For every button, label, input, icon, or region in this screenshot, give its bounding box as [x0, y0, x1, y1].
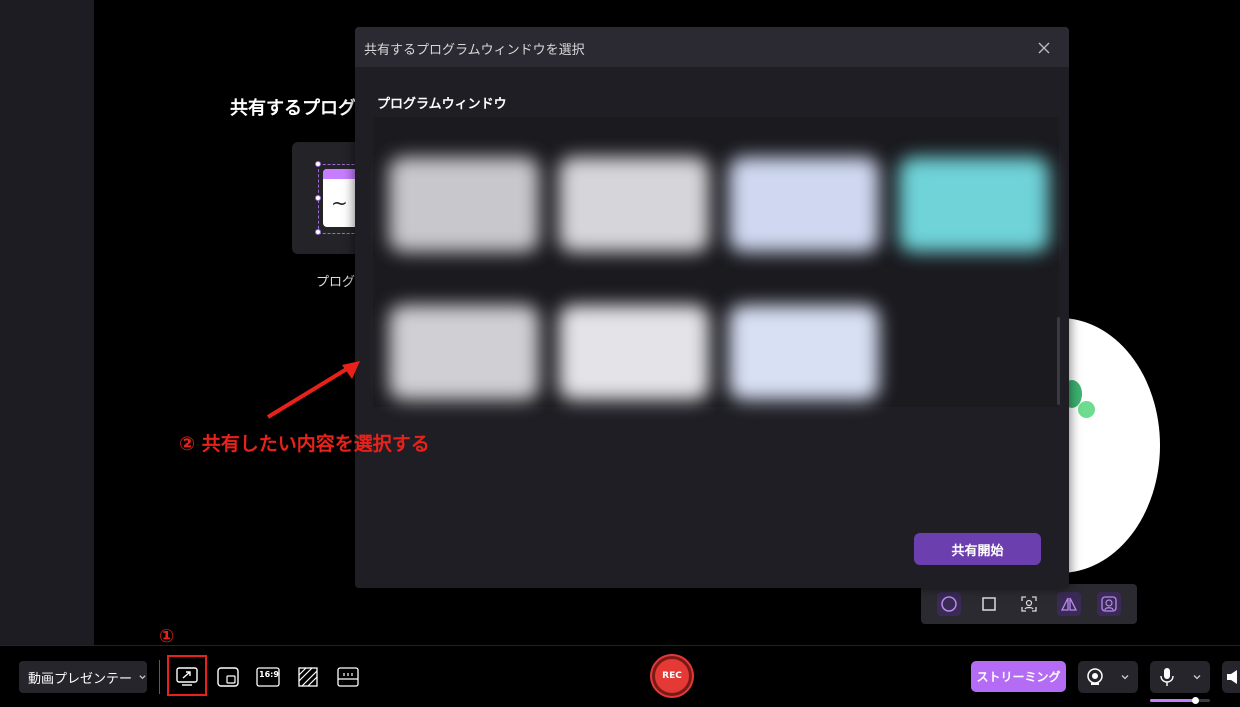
annotation-step-2: ② 共有したい内容を選択する	[179, 433, 430, 455]
dialog-close-button[interactable]	[1035, 39, 1053, 57]
teleprompter-icon	[337, 667, 359, 687]
speaker-device-selector[interactable]	[1222, 661, 1240, 693]
window-thumbnail-grid	[373, 117, 1059, 407]
annotation-step-1: ①	[159, 626, 175, 647]
chevron-down-icon	[139, 675, 146, 680]
window-thumbnail[interactable]	[389, 157, 539, 252]
background-pattern-button[interactable]	[295, 664, 321, 690]
mirror-button[interactable]	[1057, 592, 1081, 616]
section-label: プログラムウィンドウ	[377, 97, 507, 112]
microphone-icon	[1159, 668, 1174, 686]
aspect-ratio-label: 16:9	[259, 670, 279, 679]
speaker-icon	[1227, 670, 1237, 684]
microphone-device-selector[interactable]	[1150, 661, 1210, 693]
face-focus-button[interactable]	[1017, 592, 1041, 616]
webcam-content-dot	[1078, 401, 1095, 418]
camera-overlay-icon	[217, 667, 239, 687]
person-background-icon	[1101, 596, 1117, 612]
window-thumbnail[interactable]	[389, 305, 539, 400]
dialog-title: 共有するプログラムウィンドウを選択	[364, 43, 585, 58]
toolbar-divider	[159, 660, 160, 694]
aspect-ratio-button[interactable]: 16:9	[255, 664, 281, 690]
chevron-down-icon	[1121, 675, 1129, 680]
face-focus-icon	[1021, 596, 1037, 612]
streaming-button[interactable]: ストリーミング	[971, 661, 1066, 692]
background-removal-button[interactable]	[1097, 592, 1121, 616]
close-icon	[1038, 42, 1050, 54]
circle-shape-button[interactable]	[937, 592, 961, 616]
share-screen-button[interactable]	[174, 664, 200, 690]
select-program-window-dialog: 共有するプログラムウィンドウを選択 プログラムウィンドウ 共有開始	[355, 27, 1069, 588]
circle-icon	[941, 596, 957, 612]
share-screen-icon	[176, 667, 198, 686]
camera-device-selector[interactable]	[1078, 661, 1138, 693]
background-heading: 共有するプログラ	[230, 98, 374, 119]
app-window: 共有するプログラ プログラ 共有するプログラムウィンドウを選択 プログラムウィン…	[0, 0, 1240, 707]
mode-dropdown-label: 動画プレゼンテー	[28, 671, 133, 687]
left-sidebar-strip	[0, 0, 94, 645]
record-button[interactable]: REC	[652, 656, 692, 696]
mirror-icon	[1060, 597, 1078, 611]
microphone-level-slider[interactable]	[1150, 697, 1210, 704]
square-icon	[982, 597, 996, 611]
window-thumbnail[interactable]	[559, 305, 709, 400]
annotation-arrow	[266, 361, 360, 419]
thumbnail-scrollbar[interactable]	[1057, 317, 1060, 405]
hatch-pattern-icon	[298, 667, 318, 687]
teleprompter-button[interactable]	[335, 664, 361, 690]
window-thumbnail[interactable]	[899, 157, 1049, 252]
camera-overlay-button[interactable]	[215, 664, 241, 690]
webcam-icon	[1087, 668, 1103, 685]
window-thumbnail[interactable]	[559, 157, 709, 252]
window-thumbnail[interactable]	[729, 305, 879, 400]
mode-dropdown[interactable]: 動画プレゼンテー	[19, 661, 147, 693]
window-thumbnail[interactable]	[729, 157, 879, 252]
start-sharing-button[interactable]: 共有開始	[914, 533, 1041, 565]
chevron-down-icon	[1193, 675, 1200, 680]
square-shape-button[interactable]	[977, 592, 1001, 616]
